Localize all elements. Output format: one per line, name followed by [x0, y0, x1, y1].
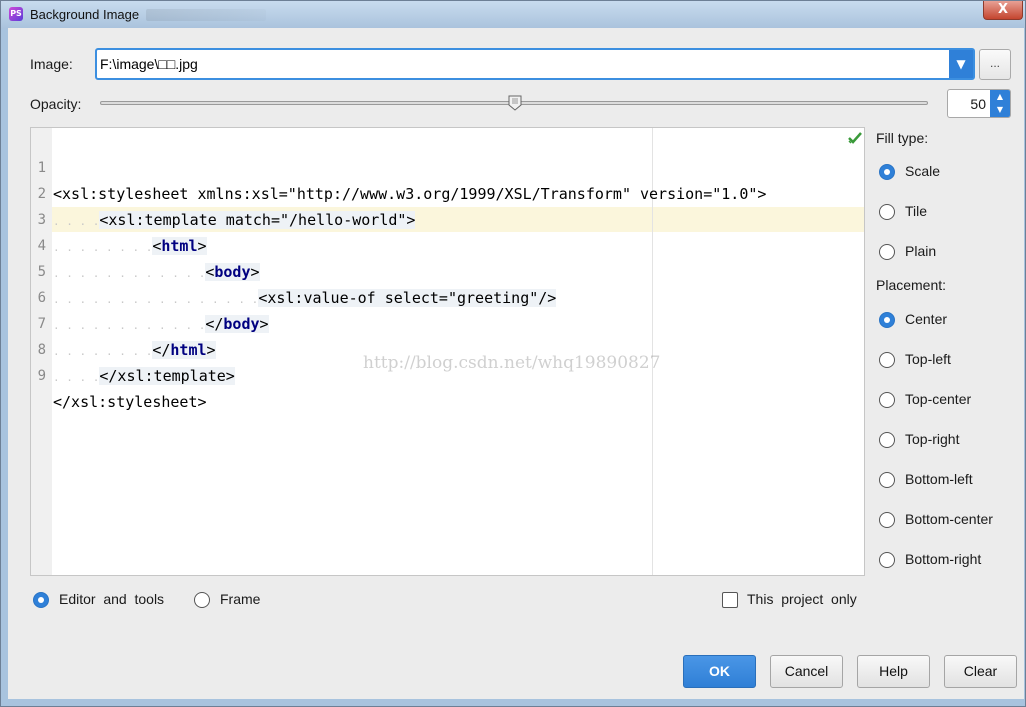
radio-placement-top-right[interactable] — [879, 432, 895, 448]
radio-placement-bottom-right[interactable] — [879, 552, 895, 568]
radio-placement-top-left[interactable] — [879, 352, 895, 368]
code-text: </xsl:template> — [99, 367, 235, 385]
code-tag: body — [223, 315, 260, 333]
code-text: </ — [205, 315, 224, 333]
fill-plain-label[interactable]: Plain — [905, 243, 936, 259]
opacity-label: Opacity: — [30, 96, 82, 112]
code-text: > — [206, 341, 216, 359]
placement-top-center-label[interactable]: Top-center — [905, 391, 971, 407]
placement-top-left-label[interactable]: Top-left — [905, 351, 951, 367]
fill-tile-label[interactable]: Tile — [905, 203, 927, 219]
code-text: < — [205, 263, 215, 281]
editor-preview[interactable]: 1 <xsl:stylesheet xmlns:xsl="http://www.… — [30, 127, 865, 576]
code-text: > — [259, 315, 269, 333]
window-title: Background Image — [30, 7, 140, 22]
this-project-only-label[interactable]: This project only — [747, 591, 857, 607]
code-text: <xsl:template match="/hello-world"> — [99, 211, 416, 229]
radio-placement-center[interactable] — [879, 312, 895, 328]
radio-fill-plain[interactable] — [879, 244, 895, 260]
code-line: 3 . . . . . . . .<html> — [31, 181, 207, 255]
clear-button[interactable]: Clear — [944, 655, 1017, 688]
code-line: 6 . . . . . . . . . . . .</body> — [31, 259, 269, 333]
chevron-down-icon[interactable]: ▼ — [949, 50, 973, 78]
radio-placement-bottom-left[interactable] — [879, 472, 895, 488]
placement-bottom-right-label[interactable]: Bottom-right — [905, 551, 981, 567]
code-line: 9 </xsl:stylesheet> — [31, 337, 207, 411]
code-line: 8 . . . .</xsl:template> — [31, 311, 235, 385]
placement-bottom-center-label[interactable]: Bottom-center — [905, 511, 993, 527]
code-line: 5 . . . . . . . . . . . . . . . .<xsl:va… — [31, 233, 557, 307]
radio-frame[interactable] — [194, 592, 210, 608]
code-line: 4 . . . . . . . . . . . .<body> — [31, 207, 260, 281]
frame-label[interactable]: Frame — [220, 591, 260, 607]
image-path-value[interactable]: F:\image\□□.jpg — [100, 56, 198, 72]
placement-center-label[interactable]: Center — [905, 311, 947, 327]
radio-fill-scale[interactable] — [879, 164, 895, 180]
app-icon: PS — [9, 7, 23, 21]
radio-fill-tile[interactable] — [879, 204, 895, 220]
radio-placement-bottom-center[interactable] — [879, 512, 895, 528]
opacity-spinner[interactable]: 50 ▲ ▼ — [947, 89, 1011, 118]
radio-editor-and-tools[interactable] — [33, 592, 49, 608]
close-button[interactable]: X — [983, 1, 1023, 20]
ok-button[interactable]: OK — [683, 655, 756, 688]
code-tag: html — [161, 237, 198, 255]
image-path-combo[interactable]: F:\image\□□.jpg ▼ — [95, 48, 975, 80]
watermark-text: http://blog.csdn.net/whq19890827 — [363, 353, 661, 373]
code-tag: html — [170, 341, 207, 359]
slider-thumb-icon[interactable] — [508, 95, 522, 111]
this-project-only-checkbox[interactable] — [722, 592, 738, 608]
code-tag: body — [214, 263, 251, 281]
code-line: 7 . . . . . . . .</html> — [31, 285, 216, 359]
code-text: <xsl:value-of select="greeting"/> — [258, 289, 557, 307]
placement-label: Placement: — [876, 277, 947, 293]
browse-button[interactable]: ... — [979, 49, 1011, 80]
code-text: <xsl:stylesheet xmlns:xsl="http://www.w3… — [53, 185, 767, 203]
fill-scale-label[interactable]: Scale — [905, 163, 940, 179]
spinner-arrows-icon[interactable]: ▲ ▼ — [990, 90, 1010, 117]
radio-placement-top-center[interactable] — [879, 392, 895, 408]
title-bar-shadow — [146, 9, 266, 21]
code-text: </ — [152, 341, 171, 359]
help-button[interactable]: Help — [857, 655, 930, 688]
image-label: Image: — [30, 56, 73, 72]
placement-bottom-left-label[interactable]: Bottom-left — [905, 471, 973, 487]
code-text: > — [250, 263, 260, 281]
code-line: 2 . . . .<xsl:template match="/hello-wor… — [31, 155, 416, 229]
code-line: 1 <xsl:stylesheet xmlns:xsl="http://www.… — [31, 129, 767, 203]
title-bar: PS Background Image X — [1, 1, 1025, 29]
code-text: </xsl:stylesheet> — [53, 393, 207, 411]
cancel-button[interactable]: Cancel — [770, 655, 843, 688]
editor-and-tools-label[interactable]: Editor and tools — [59, 591, 164, 607]
opacity-value[interactable]: 50 — [970, 96, 986, 112]
placement-top-right-label[interactable]: Top-right — [905, 431, 959, 447]
line-number: 9 — [37, 368, 46, 384]
checkmark-icon — [848, 132, 862, 144]
fill-type-label: Fill type: — [876, 130, 929, 146]
code-text: > — [197, 237, 207, 255]
